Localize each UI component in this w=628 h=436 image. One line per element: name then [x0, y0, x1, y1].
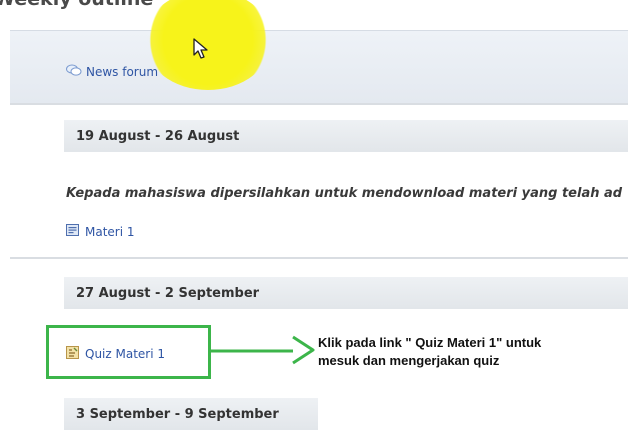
annotation-line-2: mesuk dan mengerjakan quiz	[318, 353, 500, 368]
annotation-text: Klik pada link " Quiz Materi 1" untuk me…	[318, 334, 618, 370]
section-divider	[10, 257, 628, 259]
document-icon	[66, 224, 79, 239]
section-header-week1: 19 August - 26 August	[64, 120, 628, 152]
quiz-highlight-box	[46, 325, 211, 379]
materi-1-link[interactable]: Materi 1	[66, 224, 135, 239]
news-forum-link[interactable]: News forum	[66, 64, 158, 80]
materi-1-label[interactable]: Materi 1	[85, 225, 135, 239]
section-summary: Kepada mahasiswa dipersilahkan untuk men…	[66, 186, 623, 201]
news-forum-label[interactable]: News forum	[86, 65, 158, 79]
annotation-line-1: Klik pada link " Quiz Materi 1" untuk	[318, 335, 542, 350]
annotation-arrow	[211, 335, 315, 365]
mouse-pointer-icon	[193, 38, 208, 59]
forum-icon	[66, 64, 82, 80]
section-divider	[10, 103, 628, 105]
page-title: Weekly outline	[0, 0, 153, 10]
section-header-week2: 27 August - 2 September	[64, 277, 628, 309]
section-header-week3: 3 September - 9 September	[64, 398, 318, 430]
